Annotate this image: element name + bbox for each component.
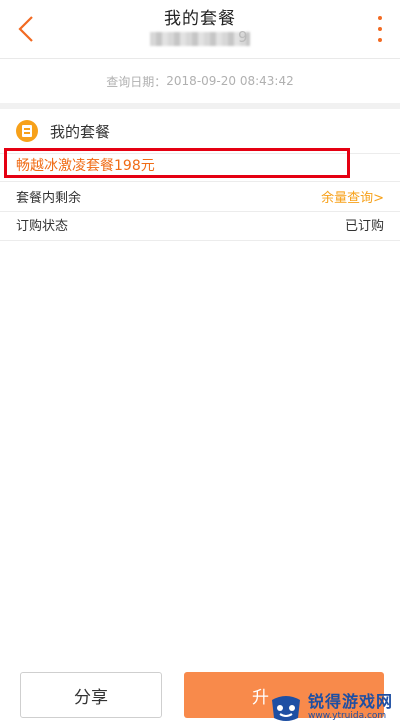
- more-menu-button[interactable]: [376, 16, 384, 42]
- query-date-row: 查询日期： 2018-09-20 08:43:42: [0, 59, 400, 103]
- watermark-url: www.ytruida.com: [308, 710, 387, 721]
- query-date-value: 2018-09-20 08:43:42: [166, 74, 294, 88]
- watermark-name: 锐得游戏网: [308, 691, 394, 711]
- site-watermark: 锐得游戏网 www.ytruida.com: [268, 686, 400, 728]
- order-status-value: 已订购: [344, 218, 384, 234]
- phone-number-suffix: 9: [238, 28, 248, 46]
- order-status-label: 订购状态: [16, 218, 69, 234]
- balance-query-link[interactable]: 余量查询>: [321, 187, 384, 206]
- divider: [0, 240, 400, 241]
- package-icon: [16, 120, 38, 142]
- plan-name: 畅越冰激凌套餐198元: [16, 158, 155, 174]
- remaining-label: 套餐内剩余: [16, 190, 82, 206]
- header-bar: 我的套餐 9: [0, 0, 400, 59]
- remaining-row: 套餐内剩余 余量查询>: [0, 181, 400, 211]
- package-section-title: 我的套餐: [50, 122, 111, 141]
- query-date-label: 查询日期：: [106, 74, 167, 89]
- page-title: 我的套餐: [164, 9, 236, 29]
- order-status-row: 订购状态 已订购: [0, 209, 400, 239]
- gamepad-logo-icon: [272, 696, 300, 721]
- more-vertical-icon: [378, 16, 382, 20]
- phone-number-blurred: [150, 30, 250, 48]
- share-button[interactable]: 分享: [20, 672, 162, 718]
